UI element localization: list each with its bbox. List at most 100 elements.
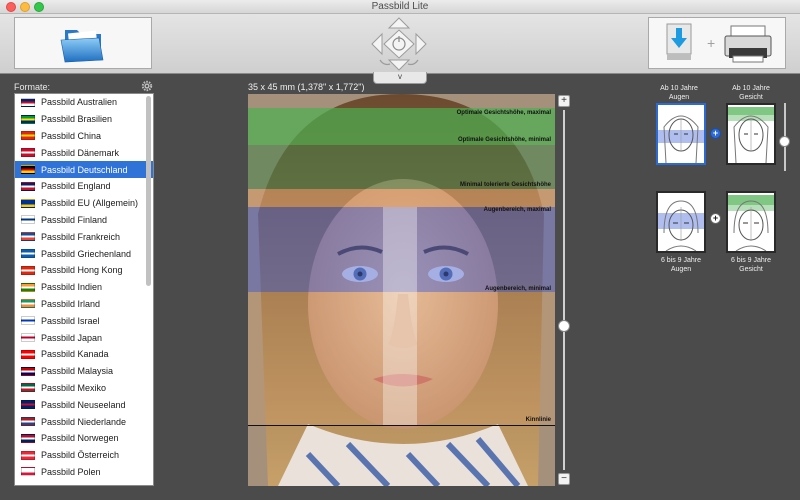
label-optimal-max: Optimale Gesichtshöhe, maximal <box>456 110 551 116</box>
folder-icon <box>60 30 104 63</box>
country-flag-icon <box>21 333 35 343</box>
adjust-crosshair-icon <box>371 17 427 71</box>
format-list-item-label: Passbild Irland <box>41 298 101 309</box>
format-list-item[interactable]: Passbild Deutschland <box>15 161 153 178</box>
format-list-item[interactable]: Passbild China <box>15 128 153 145</box>
zoom-in-button[interactable]: + <box>558 95 570 107</box>
template-adult-eyes[interactable] <box>656 103 706 165</box>
template-adult-plus[interactable]: + <box>710 128 721 139</box>
country-flag-icon <box>21 349 35 359</box>
center-strip <box>383 207 417 425</box>
position-adjust-pad[interactable] <box>368 16 430 72</box>
format-list-item-label: Passbild Japan <box>41 332 103 343</box>
format-list-item[interactable]: Passbild Mexiko <box>15 380 153 397</box>
template-child-eyes-label: 6 bis 9 Jahre Augen <box>660 257 702 273</box>
format-list-item-label: Passbild Griechenland <box>41 248 132 259</box>
template-child-eyes[interactable] <box>656 191 706 253</box>
country-flag-icon <box>21 148 35 158</box>
format-list-item-label: Passbild Österreich <box>41 450 120 461</box>
format-list-item-label: Passbild Frankreich <box>41 231 121 242</box>
country-flag-icon <box>21 165 35 175</box>
band-min-tolerated <box>248 189 555 207</box>
format-list-item[interactable]: Passbild Neuseeland <box>15 396 153 413</box>
save-print-button[interactable]: + <box>648 17 786 69</box>
template-child-face-label: 6 bis 9 Jahre Gesicht <box>730 257 772 273</box>
country-flag-icon <box>21 383 35 393</box>
template-adult-face[interactable] <box>726 103 776 165</box>
format-list-item[interactable]: Passbild Israel <box>15 312 153 329</box>
format-list-item[interactable]: Passbild Brasilien <box>15 111 153 128</box>
format-list-item[interactable]: Passbild Dänemark <box>15 144 153 161</box>
country-flag-icon <box>21 131 35 141</box>
child-face-sketch-icon <box>658 200 704 251</box>
open-file-button[interactable] <box>14 17 152 69</box>
title-bar: Passbild Lite <box>0 0 800 14</box>
format-list-item[interactable]: Passbild Malaysia <box>15 363 153 380</box>
format-list-item[interactable]: Passbild Frankreich <box>15 228 153 245</box>
format-list-item[interactable]: Passbild Norwegen <box>15 430 153 447</box>
template-child-plus[interactable]: + <box>710 213 721 224</box>
child-face-sketch-icon <box>728 195 774 251</box>
country-flag-icon <box>21 232 35 242</box>
format-list-item[interactable]: Passbild Hong Kong <box>15 262 153 279</box>
format-list-item[interactable]: Passbild EU (Allgemein) <box>15 195 153 212</box>
scroll-thumb[interactable] <box>146 96 151 286</box>
format-list-item-label: Passbild Norwegen <box>41 433 119 444</box>
country-flag-icon <box>21 282 35 292</box>
format-list-item[interactable]: Passbild Polen <box>15 464 153 481</box>
format-list-item-label: Passbild Niederlande <box>41 416 127 427</box>
format-list-item[interactable]: Passbild Kanada <box>15 346 153 363</box>
format-list-item[interactable]: Passbild Niederlande <box>15 413 153 430</box>
country-flag-icon <box>21 467 35 477</box>
formats-label: Formate: <box>14 82 51 92</box>
country-flag-icon <box>21 265 35 275</box>
format-list-item-label: Passbild Dänemark <box>41 147 120 158</box>
country-flag-icon <box>21 215 35 225</box>
format-list-item[interactable]: Passbild Griechenland <box>15 245 153 262</box>
format-list-item[interactable]: Passbild Australien <box>15 94 153 111</box>
app-window: Passbild Lite v + Formate: Passbild Aust… <box>0 0 800 500</box>
format-list[interactable]: Passbild Australien Passbild Brasilien Pas… <box>14 93 154 486</box>
template-adult-face-label: Ab 10 Jahre Gesicht <box>732 85 770 101</box>
format-list-item-label: Passbild Neuseeland <box>41 399 126 410</box>
label-optimal-min: Optimale Gesichtshöhe, minimal <box>457 137 551 143</box>
format-list-item[interactable]: Passbild Indien <box>15 279 153 296</box>
toolbar: v + <box>0 14 800 84</box>
format-list-item-label: Passbild England <box>41 181 111 192</box>
template-adult-eyes-label: Ab 10 Jahre Augen <box>660 85 698 101</box>
country-flag-icon <box>21 433 35 443</box>
country-flag-icon <box>21 417 35 427</box>
format-list-item-label: Passbild EU (Allgemein) <box>41 198 139 209</box>
format-list-item-label: Passbild Indien <box>41 282 103 293</box>
format-list-item[interactable]: Passbild England <box>15 178 153 195</box>
zoom-slider-track[interactable] <box>563 110 565 470</box>
country-flag-icon <box>21 400 35 410</box>
format-list-item[interactable]: Passbild Finland <box>15 212 153 229</box>
format-list-item-label: Passbild Finland <box>41 214 108 225</box>
zoom-slider-knob[interactable] <box>558 320 570 332</box>
label-eye-min: Augenbereich, minimal <box>484 286 551 292</box>
label-min-tolerated: Minimal tolerierte Gesichtshöhe <box>459 182 551 188</box>
format-list-item-label: Passbild Mexiko <box>41 382 107 393</box>
format-list-item-label: Passbild China <box>41 130 102 141</box>
download-print-icon: + <box>666 23 772 63</box>
country-flag-icon <box>21 366 35 376</box>
format-list-scrollbar[interactable] <box>146 94 152 485</box>
format-list-item[interactable]: Passbild Irland <box>15 296 153 313</box>
gear-icon[interactable] <box>141 80 153 92</box>
format-list-item[interactable]: Passbild Österreich <box>15 447 153 464</box>
country-flag-icon <box>21 316 35 326</box>
photo-dimensions: 35 x 45 mm (1,378" x 1,772") <box>248 82 365 92</box>
template-child-face[interactable] <box>726 191 776 253</box>
country-flag-icon <box>21 450 35 460</box>
nav-drawer-toggle[interactable]: v <box>373 72 427 84</box>
country-flag-icon <box>21 114 35 124</box>
format-list-item-label: Passbild Kanada <box>41 349 109 360</box>
format-list-item-label: Passbild Australien <box>41 97 118 108</box>
format-list-item[interactable]: Passbild Japan <box>15 329 153 346</box>
format-list-item-label: Passbild Deutschland <box>41 164 128 175</box>
template-slider-knob[interactable] <box>779 136 790 147</box>
photo-preview[interactable]: Optimale Gesichtshöhe, maximal Optimale … <box>248 94 555 486</box>
chin-line <box>248 425 555 426</box>
zoom-out-button[interactable]: − <box>558 473 570 485</box>
